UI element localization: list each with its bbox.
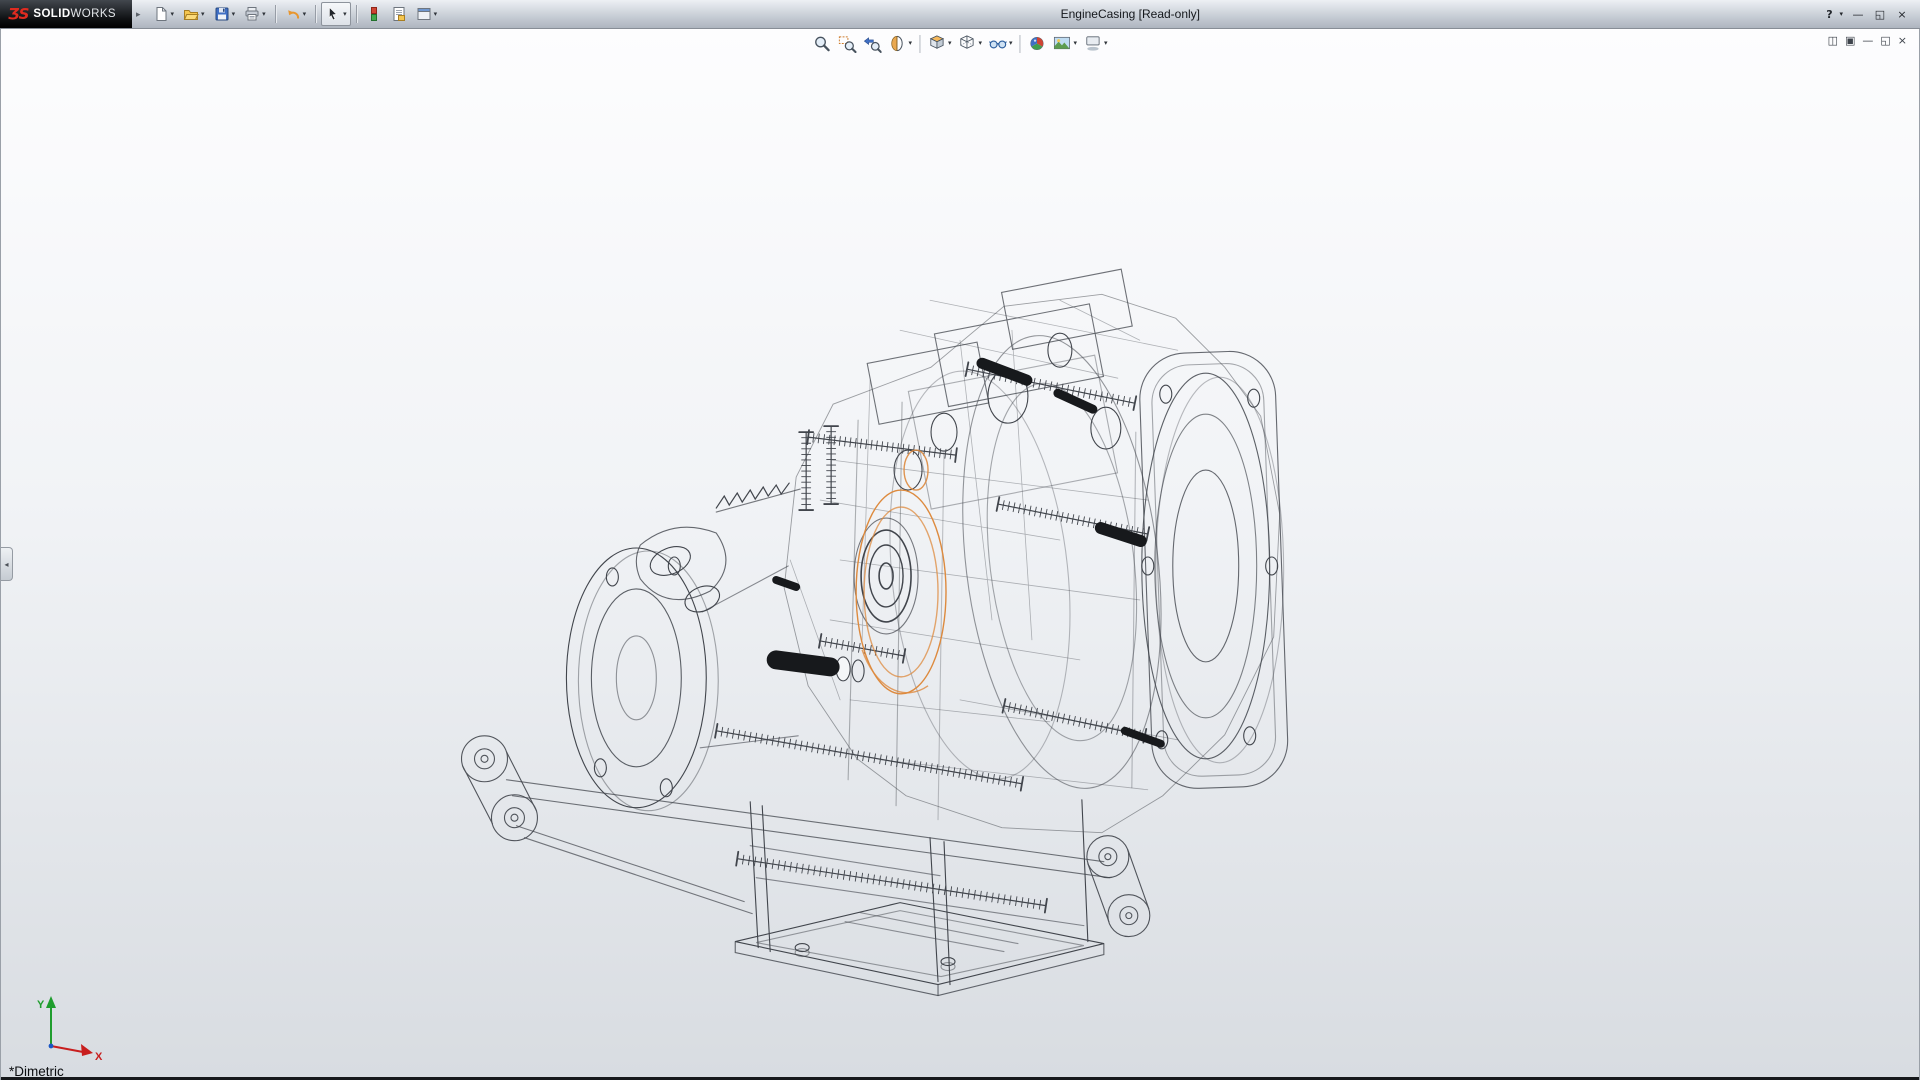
chevron-down-icon[interactable]: ▾ <box>343 11 347 18</box>
restore-button[interactable]: ◱ <box>1870 5 1890 24</box>
minimize-button[interactable]: — <box>1848 5 1868 24</box>
zoom-to-area-button[interactable] <box>835 33 858 54</box>
doc-restore-button[interactable]: ◱ <box>1880 34 1890 48</box>
previous-view-button[interactable] <box>860 33 883 54</box>
graphics-viewport[interactable]: ▾ ▾ ▾ ▾ ▾ ▾ ◫ ▣ — ◱ × <box>0 28 1920 1080</box>
toolbar-separator <box>919 35 920 53</box>
open-folder-icon <box>183 6 199 22</box>
window-title: EngineCasing [Read-only] <box>441 7 1819 21</box>
options-button[interactable]: ▾ <box>412 2 442 26</box>
chevron-down-icon[interactable]: ▾ <box>201 11 205 18</box>
chevron-down-icon[interactable]: ▾ <box>303 11 307 18</box>
help-button[interactable]: ? <box>1819 5 1839 24</box>
rebuild-button[interactable] <box>362 2 386 26</box>
brand-text: SOLIDWORKS <box>33 8 116 20</box>
rebuild-stop-go-icon <box>366 6 382 22</box>
select-cursor-icon <box>325 6 341 22</box>
print-button[interactable]: ▾ <box>240 2 270 26</box>
display-style-button[interactable]: ▾ <box>955 33 984 54</box>
x-axis-label: X <box>95 1051 103 1063</box>
hide-show-glasses-icon <box>988 34 1007 53</box>
chevron-down-icon[interactable]: ▾ <box>1009 40 1013 47</box>
zoom-to-area-icon <box>837 34 856 53</box>
display-style-wireframe-icon <box>957 34 976 53</box>
open-button[interactable]: ▾ <box>179 2 209 26</box>
edit-appearance-ball-icon <box>1028 34 1047 53</box>
previous-view-icon <box>862 34 881 53</box>
edit-appearance-button[interactable] <box>1026 33 1049 54</box>
doc-close-button[interactable]: × <box>1898 34 1907 48</box>
help-chevron-icon[interactable]: ▾ <box>1839 10 1843 18</box>
apply-scene-icon <box>1053 34 1072 53</box>
undo-button[interactable]: ▾ <box>281 2 311 26</box>
save-floppy-icon <box>214 6 230 22</box>
doc-grid-button[interactable]: ▣ <box>1845 34 1855 48</box>
chevron-down-icon[interactable]: ▾ <box>232 11 236 18</box>
engine-casing-model <box>1 28 1919 1080</box>
chevron-down-icon[interactable]: ▾ <box>978 40 982 47</box>
section-view-icon <box>887 34 906 53</box>
chevron-down-icon[interactable]: ▾ <box>434 11 438 18</box>
menu-expander-icon[interactable]: ▸ <box>136 9 141 20</box>
reference-triad: Y X <box>13 990 105 1068</box>
select-button[interactable]: ▾ <box>321 2 351 26</box>
apply-scene-button[interactable]: ▾ <box>1051 33 1080 54</box>
file-properties-button[interactable] <box>387 2 411 26</box>
doc-pane-button[interactable]: ◫ <box>1828 34 1838 48</box>
y-axis-label: Y <box>37 999 45 1011</box>
view-settings-button[interactable]: ▾ <box>1081 33 1110 54</box>
toolbar-separator <box>275 5 276 23</box>
toolbar-separator <box>1020 35 1021 53</box>
file-properties-icon <box>391 6 407 22</box>
quick-access-toolbar: ▾ ▾ ▾ ▾ ▾ ▾ ▾ <box>149 2 442 26</box>
close-button[interactable]: × <box>1892 5 1912 24</box>
titlebar: ƷS SOLIDWORKS ▸ ▾ ▾ ▾ ▾ ▾ ▾ <box>0 0 1920 29</box>
panel-collapse-tab[interactable]: ◂ <box>1 547 13 581</box>
view-orientation-button[interactable]: ▾ <box>925 33 954 54</box>
document-window-controls: ◫ ▣ — ◱ × <box>1828 34 1907 48</box>
section-view-button[interactable]: ▾ <box>885 33 914 54</box>
chevron-down-icon[interactable]: ▾ <box>262 11 266 18</box>
view-orientation-cube-icon <box>927 34 946 53</box>
toolbar-separator <box>315 5 316 23</box>
chevron-down-icon[interactable]: ▾ <box>171 11 175 18</box>
new-document-icon <box>153 6 169 22</box>
zoom-to-fit-button[interactable] <box>810 33 833 54</box>
toolbar-separator <box>356 5 357 23</box>
undo-arrow-icon <box>285 6 301 22</box>
new-document-button[interactable]: ▾ <box>149 2 179 26</box>
panel-collapse-icon: ◂ <box>4 560 8 569</box>
hide-show-items-button[interactable]: ▾ <box>986 33 1015 54</box>
save-button[interactable]: ▾ <box>210 2 240 26</box>
ds-logo-icon: ƷS <box>8 5 28 23</box>
chevron-down-icon[interactable]: ▾ <box>908 40 912 47</box>
doc-minimize-button[interactable]: — <box>1862 34 1873 48</box>
solidworks-logo: ƷS SOLIDWORKS <box>0 0 132 28</box>
chevron-down-icon[interactable]: ▾ <box>948 40 952 47</box>
view-settings-icon <box>1083 34 1102 53</box>
zoom-to-fit-icon <box>812 34 831 53</box>
chevron-down-icon[interactable]: ▾ <box>1074 40 1078 47</box>
printer-icon <box>244 6 260 22</box>
chevron-down-icon[interactable]: ▾ <box>1104 40 1108 47</box>
headsup-view-toolbar: ▾ ▾ ▾ ▾ ▾ ▾ <box>810 33 1109 54</box>
options-window-icon <box>416 6 432 22</box>
window-controls: ? ▾ — ◱ × <box>1819 5 1912 24</box>
